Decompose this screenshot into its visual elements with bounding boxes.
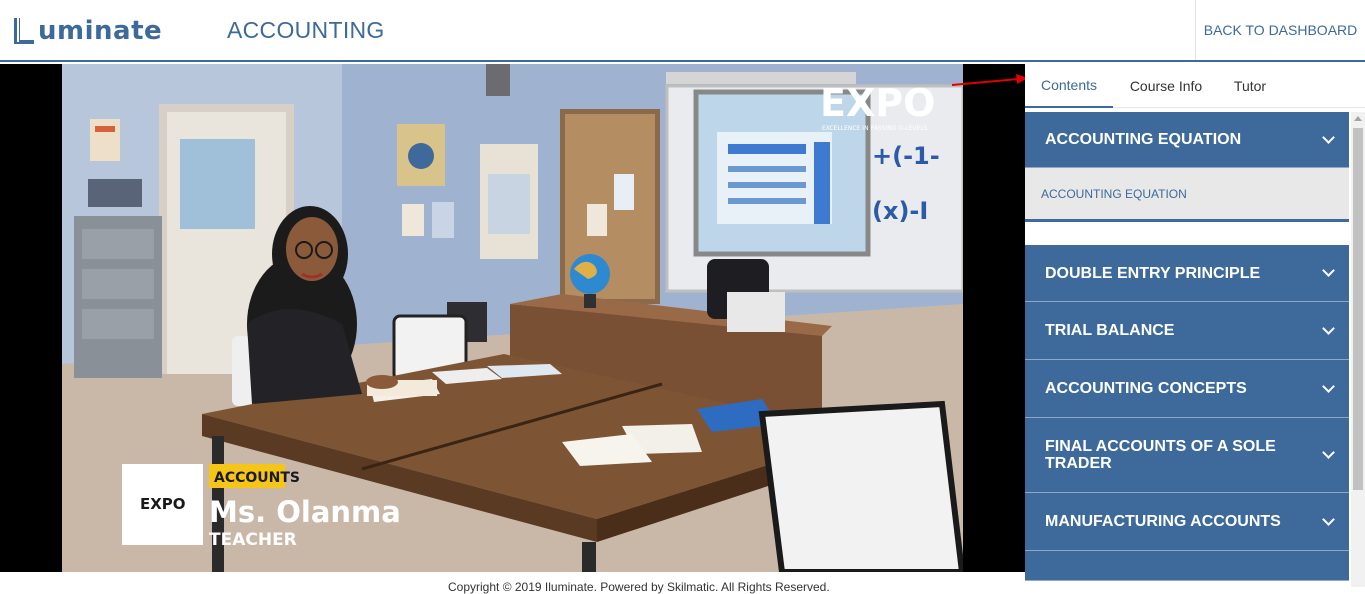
logo-mark-icon [14, 18, 34, 44]
chevron-down-icon [1322, 379, 1335, 393]
chevron-down-icon [1322, 130, 1335, 144]
teacher-name: Ms. Olanma [209, 495, 401, 529]
tab-course-info[interactable]: Course Info [1121, 64, 1211, 108]
section-accounting-equation[interactable]: ACCOUNTING EQUATION [1025, 112, 1349, 168]
video-player[interactable]: +(-1- (x)-I EXPO EXCELLENCE IN PASSING O… [0, 64, 1025, 572]
section-final-accounts-sole-trader[interactable]: FINAL ACCOUNTS OF A SOLE TRADER [1025, 418, 1349, 493]
scroll-up-icon[interactable] [1354, 116, 1362, 121]
copyright-text: Copyright © 2019 Iluminate. Powered by S… [448, 580, 830, 594]
classroom-scene: +(-1- (x)-I EXPO EXCELLENCE IN PASSING O… [62, 64, 963, 572]
section-label: FINAL ACCOUNTS OF A SOLE TRADER [1045, 438, 1276, 472]
section-accounting-concepts[interactable]: ACCOUNTING CONCEPTS [1025, 360, 1349, 418]
section-label: DOUBLE ENTRY PRINCIPLE [1045, 264, 1261, 282]
expo-watermark: EXPO [820, 81, 935, 125]
logo-text: uminate [38, 16, 163, 46]
teacher-role: TEACHER [209, 530, 297, 550]
section-label: MANUFACTURING ACCOUNTS [1045, 513, 1281, 530]
section-label: TRIAL BALANCE [1045, 322, 1175, 339]
lesson-accounting-equation[interactable]: ACCOUNTING EQUATION [1025, 168, 1349, 222]
scrollbar-thumb[interactable] [1353, 128, 1363, 490]
expo-tagline: EXCELLENCE IN PASSING O-LEVELS [822, 125, 928, 132]
page-title: ACCOUNTING [227, 17, 385, 43]
section-label: ACCOUNTING EQUATION [1045, 131, 1242, 148]
back-to-dashboard-link[interactable]: BACK TO DASHBOARD [1195, 0, 1365, 60]
chevron-down-icon [1322, 446, 1335, 459]
section-double-entry-principle[interactable]: DOUBLE ENTRY PRINCIPLE [1025, 245, 1349, 302]
subject-tag: ACCOUNTS [214, 470, 300, 486]
board-formula-1: +(-1- [872, 142, 940, 170]
expo-badge-logo: EXPO [140, 495, 186, 513]
contents-list: ACCOUNTING EQUATION ACCOUNTING EQUATION … [1025, 112, 1349, 587]
tab-tutor[interactable]: Tutor [1221, 64, 1279, 108]
luminate-logo[interactable]: uminate [12, 14, 162, 48]
chevron-down-icon [1322, 321, 1335, 335]
section-label: ACCOUNTING CONCEPTS [1045, 380, 1247, 397]
chevron-down-icon [1322, 512, 1335, 526]
section-manufacturing-accounts[interactable]: MANUFACTURING ACCOUNTS [1025, 493, 1349, 551]
section-more[interactable] [1025, 551, 1349, 581]
annotation-arrow-icon [951, 74, 1028, 86]
sidebar-tabs: Contents Course Info Tutor [1025, 64, 1365, 108]
board-formula-2: (x)-I [872, 197, 928, 225]
tab-contents[interactable]: Contents [1025, 64, 1113, 108]
course-sidebar: Contents Course Info Tutor ACCOUNTING EQ… [1025, 64, 1365, 587]
sidebar-scrollbar[interactable] [1351, 112, 1365, 587]
section-spacer [1025, 222, 1349, 245]
video-frame[interactable]: +(-1- (x)-I EXPO EXCELLENCE IN PASSING O… [62, 64, 963, 572]
top-header: uminate ACCOUNTING BACK TO DASHBOARD [0, 0, 1365, 62]
chevron-down-icon [1322, 264, 1335, 277]
section-trial-balance[interactable]: TRIAL BALANCE [1025, 302, 1349, 360]
